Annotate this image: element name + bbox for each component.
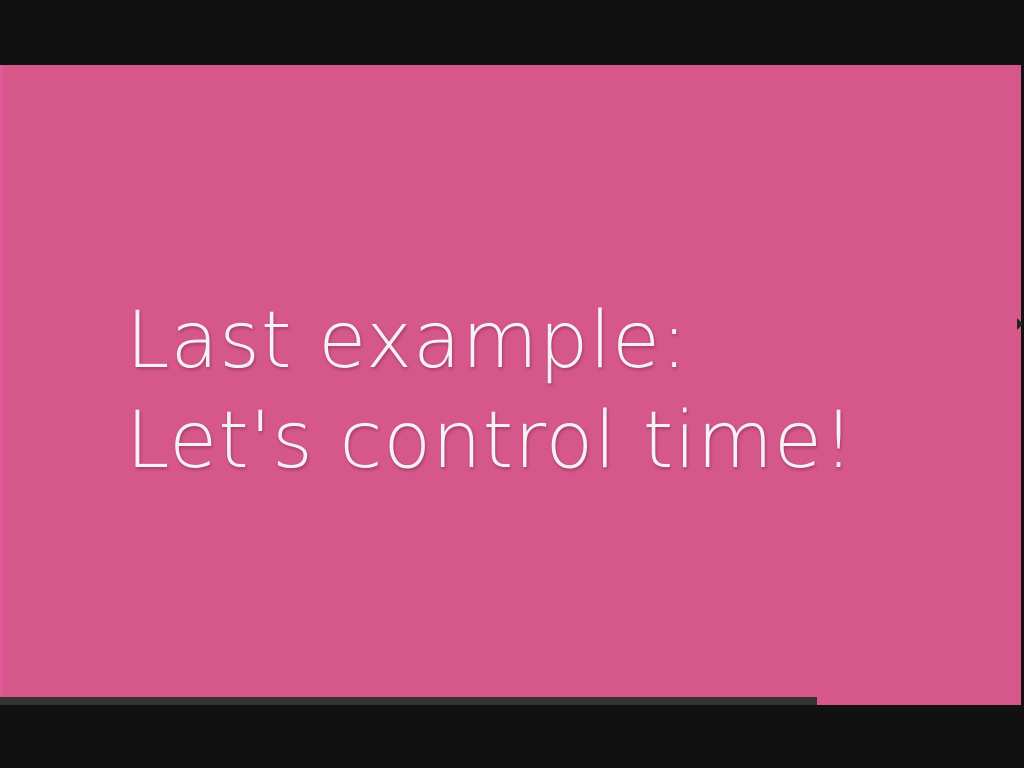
slide[interactable]: Last example: Let's control time! — [0, 65, 1021, 705]
presentation-screen: Last example: Let's control time! — [0, 0, 1024, 768]
slide-title-line-2: Let's control time! — [126, 396, 856, 486]
slide-title: Last example: Let's control time! — [126, 291, 855, 491]
slide-title-line-1: Last example: — [126, 296, 689, 386]
presentation-progress-bar[interactable] — [0, 697, 1021, 705]
mouse-pointer-icon — [1017, 318, 1023, 330]
presentation-progress-fill — [0, 697, 817, 705]
